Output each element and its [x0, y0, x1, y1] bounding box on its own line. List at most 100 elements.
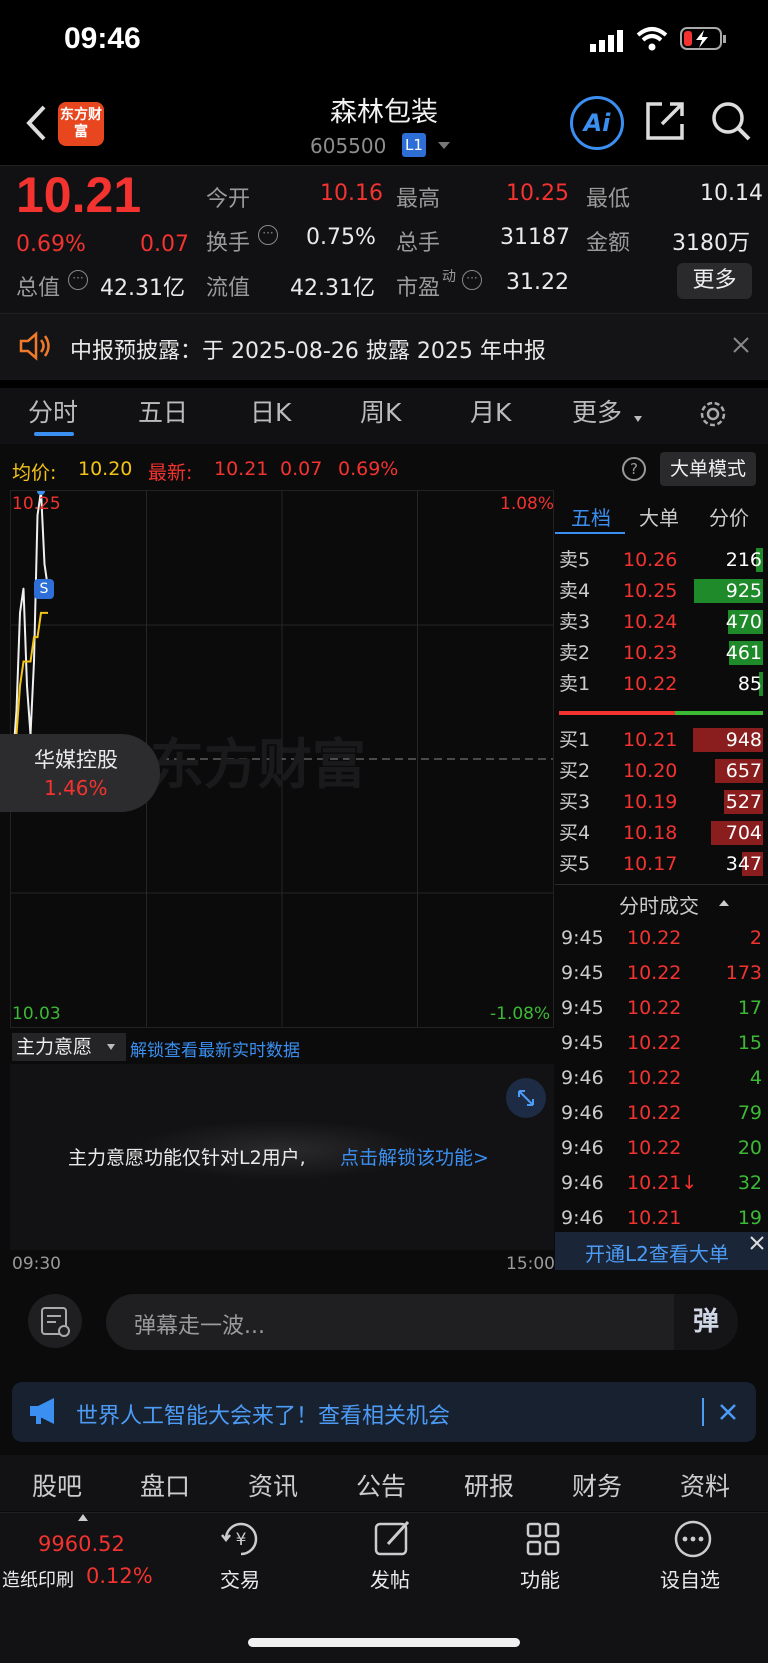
bid-volume: 347 [725, 853, 762, 875]
main-force-unlock-link[interactable]: 解锁查看最新实时数据 [130, 1036, 300, 1061]
tab-daily[interactable]: 日K [250, 393, 291, 429]
tab-monthly[interactable]: 月K [470, 393, 511, 429]
avg-label: 均价: [12, 462, 57, 484]
info-icon[interactable]: ··· [68, 270, 88, 290]
bid-volume: 527 [725, 791, 762, 813]
status-time: 09:46 [64, 22, 141, 55]
locked-message: 主力意愿功能仅针对L2用户, [68, 1147, 306, 1169]
trade-row: 9:46 10.22 79 [555, 1097, 768, 1129]
strength-bar-green [675, 711, 763, 715]
pe-label: 市盈 [396, 276, 441, 301]
compose-icon[interactable] [372, 1518, 414, 1560]
tab-5day[interactable]: 五日 [138, 393, 188, 429]
bid-row[interactable]: 买5 10.17 347 [555, 848, 768, 880]
bid-row[interactable]: 买1 10.21 948 [555, 724, 768, 756]
price-point [43, 563, 46, 565]
promo-text[interactable]: 世界人工智能大会来了！查看相关机会 [76, 1398, 450, 1430]
grid-icon[interactable] [522, 1518, 564, 1560]
price-point [19, 612, 21, 614]
ask-row[interactable]: 卖3 10.24 470 [555, 606, 768, 638]
tab-big-orders[interactable]: 大单 [639, 502, 679, 531]
tab-news[interactable]: 资讯 [248, 1467, 298, 1503]
x-end-label: 15:00 [506, 1254, 555, 1274]
trade-row: 9:46 10.22 20 [555, 1132, 768, 1164]
tab-profile[interactable]: 资料 [680, 1467, 730, 1503]
trade-price: 10.21 [627, 1207, 682, 1229]
tab-more[interactable]: 更多 [572, 393, 622, 429]
settings-gear-icon[interactable] [696, 397, 730, 431]
trade-time: 9:45 [561, 962, 604, 984]
pct-bottom-label: -1.08% [490, 1004, 551, 1024]
info-icon[interactable]: ··· [258, 225, 278, 245]
ask-volume: 85 [737, 673, 762, 695]
tab-intraday[interactable]: 分时 [28, 393, 78, 429]
open-label: 今开 [206, 187, 251, 212]
ask-price: 10.22 [623, 673, 678, 695]
tab-forum[interactable]: 股吧 [32, 1467, 82, 1503]
more-dots-icon[interactable] [672, 1518, 714, 1560]
float-label: 流值 [206, 276, 251, 301]
latest-label: 最新: [148, 462, 193, 484]
ask-row[interactable]: 卖2 10.23 461 [555, 637, 768, 669]
sector-index-value[interactable]: 9960.52 [38, 1532, 125, 1556]
unlock-feature-link[interactable]: 点击解锁该功能> [340, 1143, 489, 1170]
trade-volume: 32 [737, 1172, 762, 1194]
bid-row[interactable]: 买3 10.19 527 [555, 786, 768, 818]
bid-level-label: 买5 [559, 853, 591, 875]
trade-price: 10.22 [627, 962, 682, 984]
close-icon[interactable] [732, 336, 750, 354]
y-top-label: 10.25 [12, 494, 61, 514]
pct-top-label: 1.08% [500, 494, 555, 514]
add-watchlist-label[interactable]: 设自选 [660, 1564, 720, 1593]
ask-row[interactable]: 卖5 10.26 216 [555, 544, 768, 576]
tab-announcements[interactable]: 公告 [356, 1467, 406, 1503]
ask-level-label: 卖3 [559, 611, 591, 633]
more-button[interactable]: 更多 [677, 263, 752, 299]
tab-five-levels[interactable]: 五档 [571, 502, 611, 531]
ask-price: 10.25 [623, 580, 678, 602]
danmu-placeholder: 弹幕走一波... [134, 1314, 265, 1339]
danmu-toggle-icon[interactable] [28, 1294, 82, 1348]
trade-icon[interactable]: ¥ [220, 1518, 262, 1560]
close-icon[interactable] [749, 1234, 765, 1250]
trade-row: 9:45 10.22 17 [555, 992, 768, 1024]
sell-marker[interactable]: S [34, 579, 54, 599]
level-badge[interactable]: L1 [402, 133, 426, 157]
expand-icon[interactable] [506, 1078, 546, 1118]
function-label[interactable]: 功能 [520, 1564, 560, 1593]
help-icon[interactable]: ? [622, 457, 646, 481]
y-bottom-label: 10.03 [12, 1004, 61, 1024]
bid-volume: 704 [725, 822, 762, 844]
bid-row[interactable]: 买4 10.18 704 [555, 817, 768, 849]
home-indicator[interactable] [248, 1638, 520, 1647]
ask-row[interactable]: 卖4 10.25 925 [555, 575, 768, 607]
search-icon[interactable] [710, 100, 752, 142]
bid-row[interactable]: 买2 10.20 657 [555, 755, 768, 787]
post-label[interactable]: 发帖 [370, 1564, 410, 1593]
caret-up-icon [719, 900, 729, 906]
trade-time: 9:46 [561, 1137, 604, 1159]
big-order-mode-button[interactable]: 大单模式 [660, 452, 756, 486]
volume-label: 总手 [396, 231, 441, 256]
info-icon[interactable]: ··· [462, 270, 482, 290]
bid-price: 10.20 [623, 760, 678, 782]
tab-handicap[interactable]: 盘口 [140, 1467, 190, 1503]
danmu-send-button[interactable]: 弹 [674, 1294, 738, 1350]
ask-price: 10.24 [623, 611, 678, 633]
float-value: 42.31亿 [290, 276, 375, 301]
tab-price-dist[interactable]: 分价 [709, 502, 749, 531]
tab-research[interactable]: 研报 [464, 1467, 514, 1503]
trade-price: 10.22 [627, 1032, 682, 1054]
trades-title[interactable]: 分时成交 [619, 890, 699, 919]
tab-weekly[interactable]: 周K [360, 393, 401, 429]
close-icon[interactable] [718, 1402, 738, 1422]
l2-upsell-text[interactable]: 开通L2查看大单 [585, 1238, 729, 1267]
ai-icon[interactable]: Ai [570, 96, 624, 150]
share-icon[interactable] [644, 100, 686, 142]
trade-label[interactable]: 交易 [220, 1564, 260, 1593]
time-axis [10, 1250, 554, 1278]
ask-row[interactable]: 卖1 10.22 85 [555, 668, 768, 700]
chevron-down-icon[interactable] [438, 142, 450, 149]
tab-finance[interactable]: 财务 [572, 1467, 622, 1503]
sector-name[interactable]: 造纸印刷 [2, 1566, 74, 1592]
